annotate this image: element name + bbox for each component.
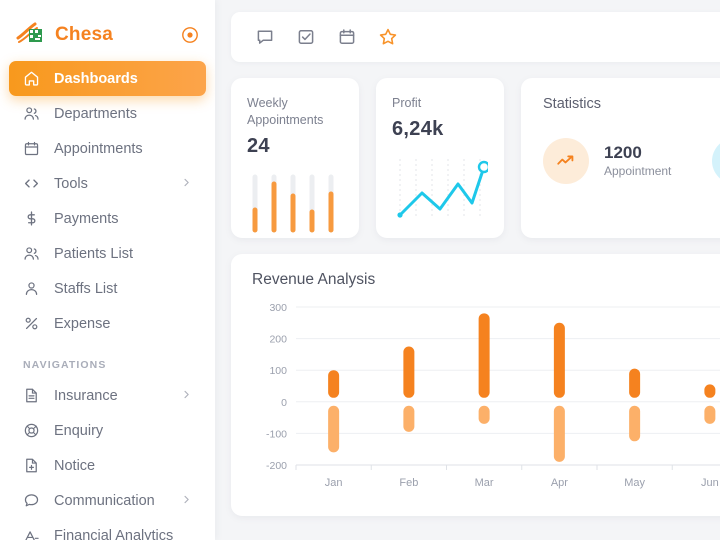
card-value: 6,24k [392, 117, 444, 140]
chevron-right-icon [181, 176, 192, 192]
sidebar-section-navigations: NAVIGATIONS [23, 359, 107, 371]
svg-text:-200: -200 [266, 460, 287, 472]
sidebar-item-enquiry[interactable]: Enquiry [9, 413, 206, 448]
revenue-header: Revenue Analysis Earning Expense [252, 271, 720, 289]
summary-cards: Weekly Appointments 24 Profit 6,24k Stat… [231, 78, 720, 238]
main-content: Weekly Appointments 24 Profit 6,24k Stat… [215, 0, 720, 540]
card-title: Statistics [543, 96, 602, 112]
home-icon [23, 70, 40, 87]
user-icon [23, 280, 40, 297]
sidebar-item-appointments[interactable]: Appointments [9, 131, 206, 166]
sidebar-item-label: Enquiry [54, 422, 104, 439]
card-value: 24 [247, 134, 270, 157]
sidebar-item-departments[interactable]: Departments [9, 96, 206, 131]
revenue-analysis-panel: Revenue Analysis Earning Expense 300 200 1… [231, 254, 720, 516]
profit-line-sparkline [397, 158, 491, 219]
target-dot-icon[interactable] [181, 26, 199, 44]
revenue-title: Revenue Analysis [252, 271, 376, 288]
calendar-icon[interactable] [337, 27, 357, 47]
statistic-text: 1200 Appointment [604, 142, 672, 179]
users-icon [23, 105, 40, 122]
svg-text:300: 300 [269, 302, 287, 314]
svg-text:Mar: Mar [475, 477, 494, 489]
sidebar-item-financial-analytics[interactable]: Financial Analytics [9, 518, 206, 540]
sidebar-item-label: Staffs List [54, 280, 118, 297]
sidebar-item-payments[interactable]: Payments [9, 201, 206, 236]
sidebar-item-communication[interactable]: Communication [9, 483, 206, 518]
document-icon [23, 387, 40, 404]
card-weekly-appointments[interactable]: Weekly Appointments 24 [231, 78, 359, 238]
svg-text:May: May [624, 477, 645, 489]
users-icon [23, 245, 40, 262]
svg-text:100: 100 [269, 365, 287, 377]
sidebar-item-label: Tools [54, 175, 88, 192]
lifebuoy-icon [23, 422, 40, 439]
weekly-bars-sparkline [252, 174, 334, 233]
file-plus-icon [23, 457, 40, 474]
app-root: Chesa Dashboards Departments Appointment… [0, 0, 720, 540]
brand[interactable]: Chesa [0, 0, 215, 52]
sidebar-item-label: Communication [54, 492, 155, 509]
sidebar-item-notice[interactable]: Notice [9, 448, 206, 483]
star-icon[interactable] [378, 27, 398, 47]
sidebar-item-label: Payments [54, 210, 119, 227]
sidebar-item-tools[interactable]: Tools [9, 166, 206, 201]
code-icon [23, 175, 40, 192]
message-icon[interactable] [255, 27, 275, 47]
topbar [231, 12, 720, 62]
sidebar-item-staffs-list[interactable]: Staffs List [9, 271, 206, 306]
sidebar-item-label: Dashboards [54, 70, 138, 87]
sidebar-item-label: Patients List [54, 245, 133, 262]
sidebar-item-label: Expense [54, 315, 111, 332]
analytics-icon [23, 527, 40, 540]
sidebar-item-patients-list[interactable]: Patients List [9, 236, 206, 271]
card-profit[interactable]: Profit 6,24k [376, 78, 504, 238]
svg-text:Feb: Feb [399, 477, 418, 489]
sidebar-nav: Dashboards Departments Appointments Tool… [0, 61, 215, 540]
svg-text:Jan: Jan [325, 477, 343, 489]
user-icon [712, 138, 720, 184]
svg-text:0: 0 [281, 397, 287, 409]
svg-text:-100: -100 [266, 428, 287, 440]
sidebar-item-label: Appointments [54, 140, 143, 157]
card-title: Profit [392, 96, 422, 110]
dollar-icon [23, 210, 40, 227]
statistic-value: 1200 [604, 142, 642, 162]
percent-icon [23, 315, 40, 332]
sidebar-item-insurance[interactable]: Insurance [9, 378, 206, 413]
svg-text:Apr: Apr [551, 477, 568, 489]
chevron-right-icon [181, 388, 192, 404]
chevron-right-icon [181, 493, 192, 509]
sidebar-item-label: Insurance [54, 387, 118, 404]
statistic-label: Appointment [604, 164, 672, 179]
sidebar-item-dashboards[interactable]: Dashboards [9, 61, 206, 96]
sidebar-item-expense[interactable]: Expense [9, 306, 206, 341]
svg-text:200: 200 [269, 334, 287, 346]
task-check-icon[interactable] [296, 27, 316, 47]
chesa-logo-icon [16, 22, 50, 48]
brand-name: Chesa [55, 23, 114, 45]
card-title: Weekly Appointments [247, 96, 324, 127]
chat-icon [23, 492, 40, 509]
sidebar-item-label: Financial Analytics [54, 527, 174, 540]
sidebar-item-label: Notice [54, 457, 96, 474]
statistics-metrics: 1200 Appointment [543, 138, 720, 184]
revenue-chart-svg: 3002001000-100-200JanFebMarAprMayJunJulA… [266, 302, 720, 489]
sidebar: Chesa Dashboards Departments Appointment… [0, 0, 215, 540]
revenue-chart: 3002001000-100-200JanFebMarAprMayJunJulA… [252, 297, 720, 497]
calendar-icon [23, 140, 40, 157]
sidebar-item-label: Departments [54, 105, 138, 122]
svg-text:Jun: Jun [701, 477, 719, 489]
card-statistics[interactable]: Statistics 1200 Appointment [521, 78, 720, 238]
trend-up-icon [543, 138, 589, 184]
